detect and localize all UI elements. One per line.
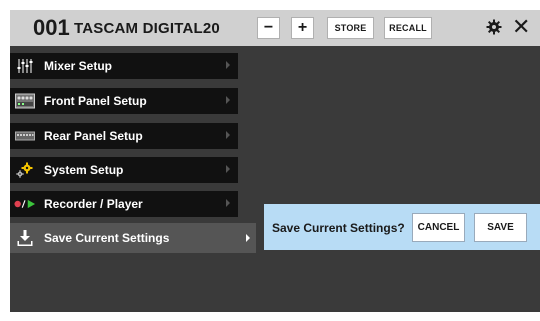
download-save-icon: [14, 229, 36, 247]
app-window: 001 TASCAM DIGITAL20 − + STORE RECALL ✕: [10, 10, 540, 312]
chevron-right-icon: [226, 96, 230, 104]
menu-item-label: Front Panel Setup: [44, 94, 147, 108]
chevron-right-icon: [226, 61, 230, 69]
menu-item-front-panel-setup[interactable]: Front Panel Setup: [10, 88, 238, 114]
menu-item-recorder-player[interactable]: Recorder / Player: [10, 191, 238, 217]
chevron-right-icon: [226, 199, 230, 207]
record-play-icon: [14, 195, 36, 213]
store-button[interactable]: STORE: [327, 17, 374, 39]
menu-item-label: Mixer Setup: [44, 59, 113, 73]
chevron-right-icon: [226, 165, 230, 173]
rear-panel-icon: [14, 127, 36, 145]
chevron-right-icon: [226, 131, 230, 139]
save-confirmation-dialog: Save Current Settings? CANCEL SAVE: [264, 204, 540, 250]
save-button[interactable]: SAVE: [474, 213, 527, 242]
preset-number: 001: [33, 15, 70, 40]
mixer-faders-icon: [14, 57, 36, 75]
menu-item-system-setup[interactable]: System Setup: [10, 157, 238, 183]
recall-button[interactable]: RECALL: [384, 17, 432, 39]
preset-minus-button[interactable]: −: [257, 17, 280, 39]
menu-item-label: Recorder / Player: [44, 197, 143, 211]
menu-item-save-current-settings[interactable]: Save Current Settings: [10, 223, 256, 253]
top-bar: 001 TASCAM DIGITAL20 − + STORE RECALL ✕: [10, 10, 540, 46]
menu-item-mixer-setup[interactable]: Mixer Setup: [10, 53, 238, 79]
menu-item-label: System Setup: [44, 163, 124, 177]
chevron-right-icon: [246, 234, 250, 242]
menu-item-label: Rear Panel Setup: [44, 129, 143, 143]
close-button[interactable]: ✕: [512, 14, 530, 40]
system-gears-icon: [14, 161, 36, 179]
front-panel-icon: [14, 92, 36, 110]
menu-item-rear-panel-setup[interactable]: Rear Panel Setup: [10, 123, 238, 149]
preset-name: TASCAM DIGITAL20: [74, 20, 220, 37]
cancel-button[interactable]: CANCEL: [412, 213, 465, 242]
menu-item-label: Save Current Settings: [44, 231, 170, 245]
gear-icon[interactable]: [486, 19, 502, 35]
dialog-question: Save Current Settings?: [272, 221, 405, 235]
preset-plus-button[interactable]: +: [291, 17, 314, 39]
